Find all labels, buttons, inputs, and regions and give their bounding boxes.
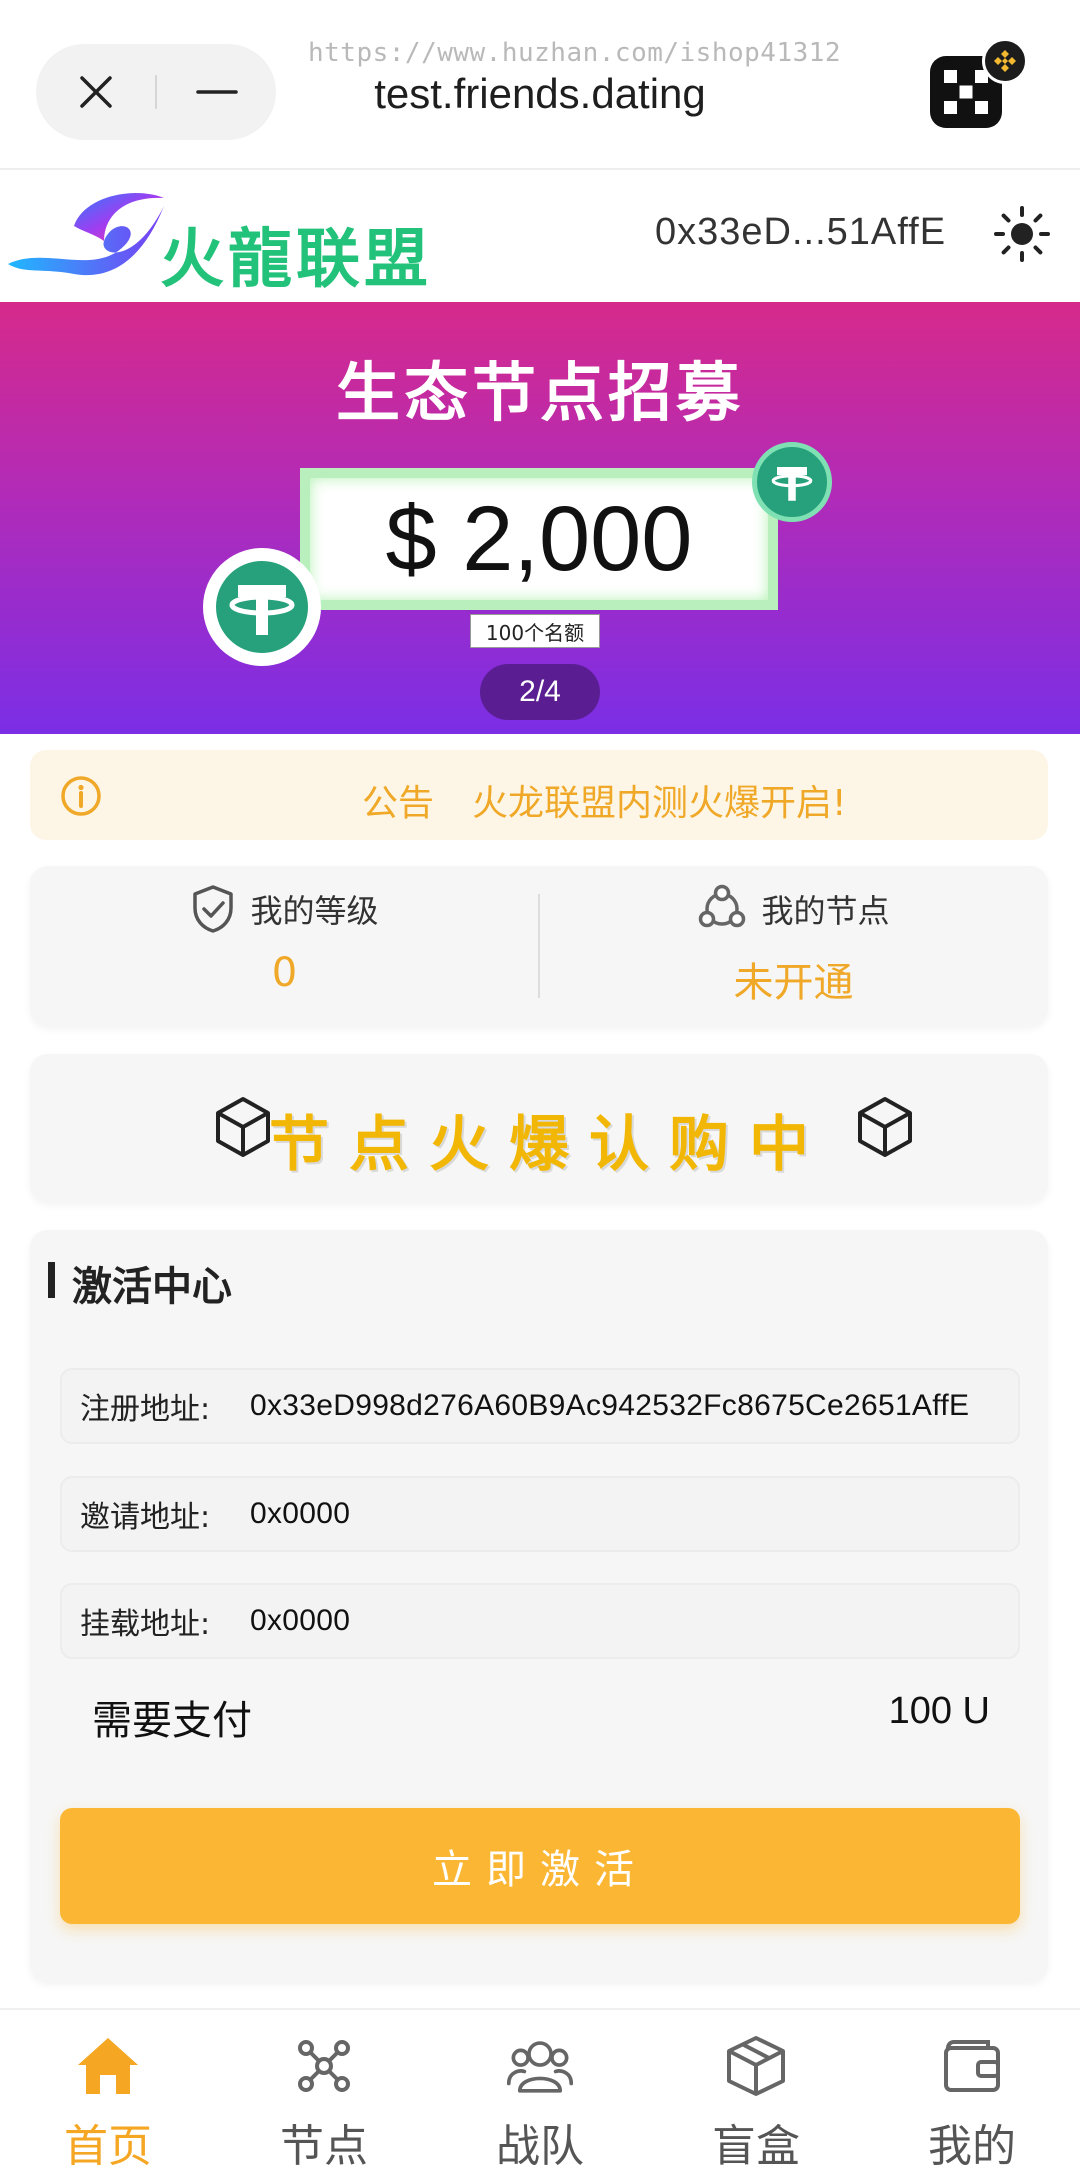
node-network-icon [298, 2040, 350, 2092]
dragon-logo-icon [8, 193, 164, 276]
tether-coin-left [203, 548, 321, 666]
announcement-label: 公告 [362, 783, 435, 824]
tab-label: 战队 [496, 2121, 584, 2172]
announcement-bar[interactable]: 公告 火龙联盟内测火爆开启! [30, 750, 1048, 840]
mount-address-value: 0x0000 [250, 1604, 351, 1637]
tether-icon [216, 561, 308, 653]
shield-check-icon [193, 885, 234, 933]
my-node-stat: 我的节点 未开通 [539, 866, 1048, 1026]
share-nodes-icon [699, 884, 746, 928]
tab-label: 盲盒 [712, 2121, 800, 2172]
tab-label: 首页 [64, 2121, 152, 2172]
sun-icon[interactable] [992, 204, 1052, 264]
payment-label: 需要支付 [92, 1698, 252, 1744]
my-node-label: 我的节点 [761, 892, 890, 930]
home-icon [78, 2038, 138, 2094]
banner-title: 生态节点招募 [336, 357, 744, 431]
bottom-tab-bar: 首页 节点 战队 盲盒 我的 [0, 2008, 1080, 2184]
app-logo-text: 火龍联盟 [160, 223, 432, 297]
okx-logo-icon [944, 70, 988, 114]
field-label: 挂载地址: [80, 1607, 211, 1642]
wallet-address[interactable]: 0x33eD...51AffE [655, 211, 946, 254]
quota-tag: 100个名额 [470, 614, 600, 648]
mount-address-field[interactable]: 挂载地址: 0x0000 [60, 1583, 1020, 1659]
tab-team[interactable]: 战队 [432, 2010, 648, 2184]
watermark-text: https://www.huzhan.com/ishop41312 [308, 38, 842, 68]
payment-amount: 100 U [888, 1690, 990, 1732]
field-label: 邀请地址: [80, 1500, 211, 1535]
my-level-value: 0 [271, 950, 298, 996]
browser-top-bar: https://www.huzhan.com/ishop41312 test.f… [0, 0, 1080, 170]
activate-now-button[interactable]: 立即激活 [60, 1808, 1020, 1924]
register-address-value: 0x33eD998d276A60B9Ac942532Fc8675Ce2651Af… [250, 1389, 970, 1422]
blind-box-icon [727, 2036, 785, 2096]
cube-icon [858, 1097, 912, 1157]
node-subscription-card[interactable]: 节点火爆认购中 [30, 1054, 1048, 1202]
banner-amount: $ 2,000 [385, 487, 693, 590]
carousel-page-indicator: 2/4 [480, 664, 600, 720]
wallet-icon [944, 2040, 1000, 2092]
team-icon [506, 2041, 574, 2093]
tether-icon [771, 467, 813, 501]
amount-box: $ 2,000 [300, 468, 778, 610]
tab-blind-box[interactable]: 盲盒 [648, 2010, 864, 2184]
my-node-value: 未开通 [733, 960, 854, 1006]
my-level-stat: 我的等级 0 [30, 866, 539, 1026]
tab-node[interactable]: 节点 [216, 2010, 432, 2184]
tab-mine[interactable]: 我的 [864, 2010, 1080, 2184]
tab-home[interactable]: 首页 [0, 2010, 216, 2184]
tab-label: 节点 [280, 2121, 368, 2172]
my-level-label: 我的等级 [250, 892, 379, 930]
stats-card: 我的等级 0 我的节点 未开通 [30, 866, 1048, 1026]
info-icon [61, 776, 101, 816]
page-url: test.friends.dating [374, 70, 706, 117]
tether-coin-right [752, 442, 832, 522]
register-address-field[interactable]: 注册地址: 0x33eD998d276A60B9Ac942532Fc8675Ce… [60, 1368, 1020, 1444]
invite-address-value: 0x0000 [250, 1497, 351, 1530]
field-label: 注册地址: [80, 1392, 211, 1427]
activation-center-title: 激活中心 [72, 1264, 232, 1310]
promo-banner-carousel[interactable]: 生态节点招募 $ 2,000 100个名额 2/4 [0, 302, 1080, 734]
section-title-bar [48, 1262, 55, 1298]
bnb-icon [994, 50, 1016, 72]
tab-label: 我的 [928, 2121, 1016, 2172]
announcement-text: 火龙联盟内测火爆开启! [472, 783, 847, 824]
invite-address-field[interactable]: 邀请地址: 0x0000 [60, 1476, 1020, 1552]
bnb-chain-badge [982, 38, 1028, 84]
